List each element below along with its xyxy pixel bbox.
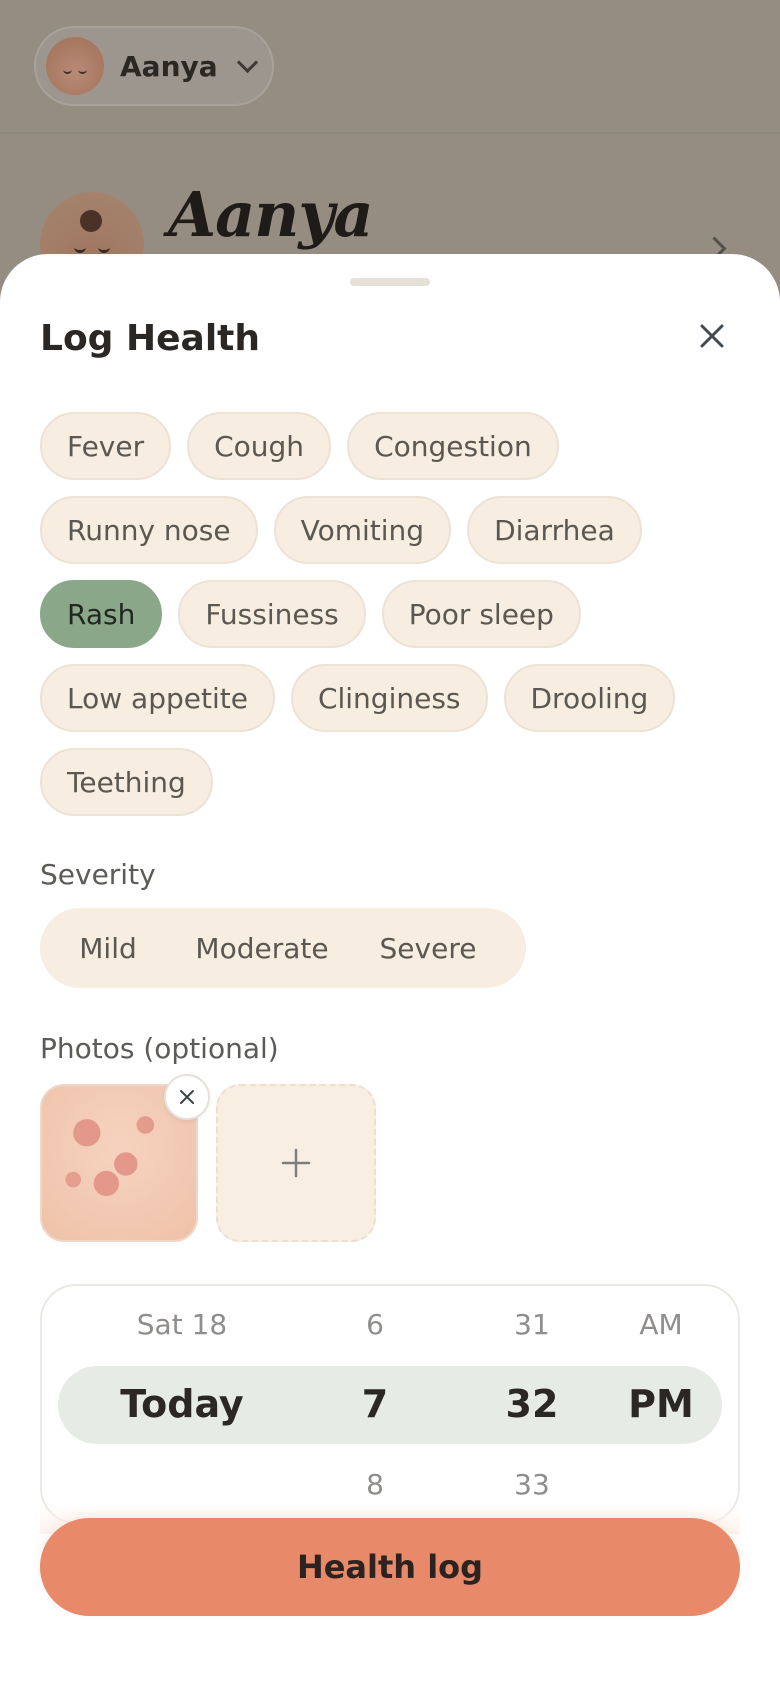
picker-date-column[interactable]: Sat 18 Today	[82, 1286, 282, 1522]
severity-option-severe[interactable]: Severe	[348, 908, 508, 988]
log-health-sheet: Log Health Fever Cough Congestion Runny nos…	[0, 254, 780, 1688]
picker-hour-above: 6	[366, 1308, 384, 1341]
symptom-chip-cough[interactable]: Cough	[187, 412, 332, 480]
symptom-chip-fussiness[interactable]: Fussiness	[178, 580, 366, 648]
severity-selector: Mild Moderate Severe	[40, 908, 526, 988]
severity-label: Severity	[40, 858, 156, 891]
symptom-chip-fever[interactable]: Fever	[40, 412, 172, 480]
picker-ampm-above: AM	[639, 1308, 683, 1341]
picker-date-selected: Today	[120, 1382, 244, 1426]
remove-photo-button[interactable]	[164, 1074, 210, 1120]
picker-ampm-selected: PM	[628, 1382, 694, 1426]
symptom-chip-vomiting[interactable]: Vomiting	[273, 496, 452, 564]
picker-hour-below: 8	[366, 1468, 384, 1501]
health-log-button[interactable]: Health log	[40, 1518, 740, 1616]
picker-minute-selected: 32	[505, 1382, 559, 1426]
picker-ampm-column[interactable]: AM PM	[616, 1286, 706, 1522]
picker-hour-selected: 7	[361, 1382, 389, 1426]
avatar	[46, 37, 104, 95]
sheet-grabber[interactable]	[350, 278, 430, 286]
chevron-down-icon	[236, 51, 258, 73]
photos-label: Photos (optional)	[40, 1032, 279, 1065]
profile-switcher-name: Aanya	[120, 49, 218, 83]
symptom-chips: Fever Cough Congestion Runny nose Vomiting Di…	[40, 412, 740, 816]
plus-icon	[281, 1148, 311, 1178]
profile-name: Aanya	[168, 178, 374, 251]
picker-minute-below: 33	[514, 1468, 550, 1501]
picker-hour-column[interactable]: 6 7 8	[340, 1286, 410, 1522]
close-button[interactable]	[688, 312, 736, 360]
close-icon	[180, 1090, 194, 1104]
picker-date-above: Sat 18	[136, 1308, 228, 1341]
symptom-chip-low-appetite[interactable]: Low appetite	[40, 664, 275, 732]
profile-switcher[interactable]: Aanya	[34, 26, 274, 106]
picker-minute-column[interactable]: 31 32 33	[482, 1286, 582, 1522]
symptom-chip-rash[interactable]: Rash	[40, 580, 163, 648]
avatar-hair	[80, 210, 102, 232]
date-time-picker[interactable]: Sat 18 Today 6 7 8 31 32 33 AM PM	[40, 1284, 740, 1524]
symptom-chip-drooling[interactable]: Drooling	[503, 664, 676, 732]
symptom-chip-congestion[interactable]: Congestion	[347, 412, 559, 480]
sheet-title: Log Health	[40, 318, 260, 359]
close-icon	[700, 324, 724, 348]
picker-minute-above: 31	[514, 1308, 550, 1341]
header-divider	[0, 132, 780, 134]
add-photo-button[interactable]	[216, 1084, 376, 1242]
symptom-chip-clinginess[interactable]: Clinginess	[290, 664, 488, 732]
symptom-chip-diarrhea[interactable]: Diarrhea	[467, 496, 642, 564]
symptom-chip-runny-nose[interactable]: Runny nose	[40, 496, 258, 564]
severity-option-mild[interactable]: Mild	[40, 908, 176, 988]
symptom-chip-teething[interactable]: Teething	[40, 748, 213, 816]
severity-option-moderate[interactable]: Moderate	[176, 908, 348, 988]
symptom-chip-poor-sleep[interactable]: Poor sleep	[381, 580, 581, 648]
